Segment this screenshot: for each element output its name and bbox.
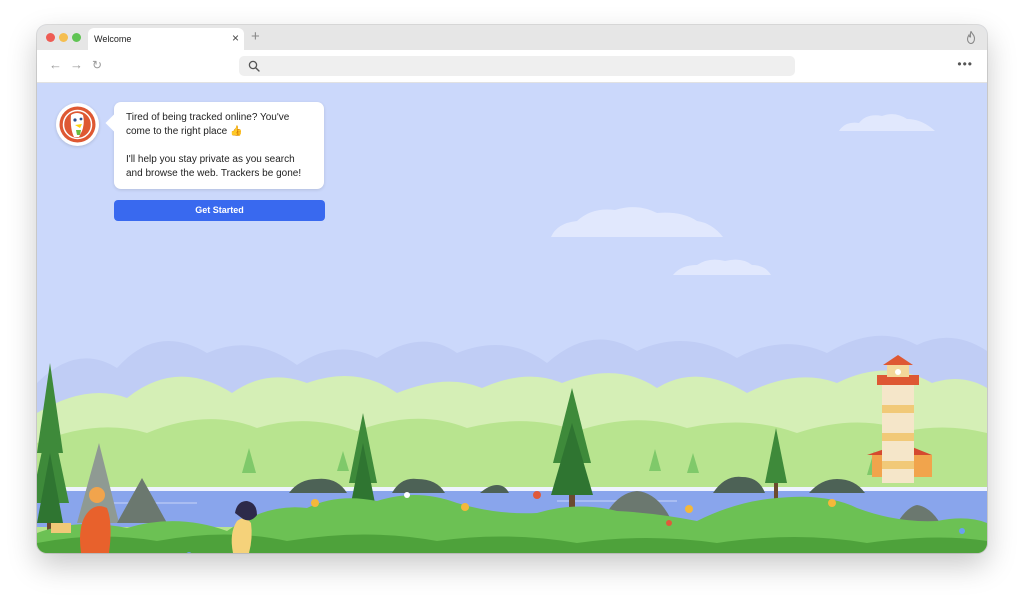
tab-welcome[interactable]: Welcome ×: [88, 28, 244, 50]
window-close-button[interactable]: [46, 33, 55, 42]
search-icon: [248, 60, 260, 72]
duckduckgo-logo-icon: [56, 103, 99, 146]
reload-button[interactable]: ↻: [92, 58, 102, 72]
new-tab-button[interactable]: +: [251, 28, 260, 46]
more-menu-button[interactable]: •••: [957, 57, 973, 71]
welcome-message-line-1: Tired of being tracked online? You've co…: [126, 112, 290, 137]
forward-button[interactable]: →: [70, 58, 83, 72]
welcome-page: Tired of being tracked online? You've co…: [37, 83, 987, 553]
tab-bar: Welcome × +: [37, 25, 987, 50]
tab-title: Welcome: [94, 34, 132, 44]
get-started-button[interactable]: Get Started: [114, 200, 325, 221]
window-minimize-button[interactable]: [59, 33, 68, 42]
fire-icon[interactable]: [965, 31, 977, 44]
address-bar[interactable]: [239, 56, 795, 76]
window-maximize-button[interactable]: [72, 33, 81, 42]
browser-window: Welcome × + ← → ↻ ••• Tired of being tra…: [37, 25, 987, 553]
back-button[interactable]: ←: [49, 58, 62, 72]
welcome-message-bubble: Tired of being tracked online? You've co…: [114, 102, 324, 189]
navigation-toolbar: ← → ↻ •••: [37, 50, 987, 83]
welcome-message-line-2: I'll help you stay private as you search…: [126, 154, 302, 179]
tab-close-icon[interactable]: ×: [232, 31, 239, 46]
